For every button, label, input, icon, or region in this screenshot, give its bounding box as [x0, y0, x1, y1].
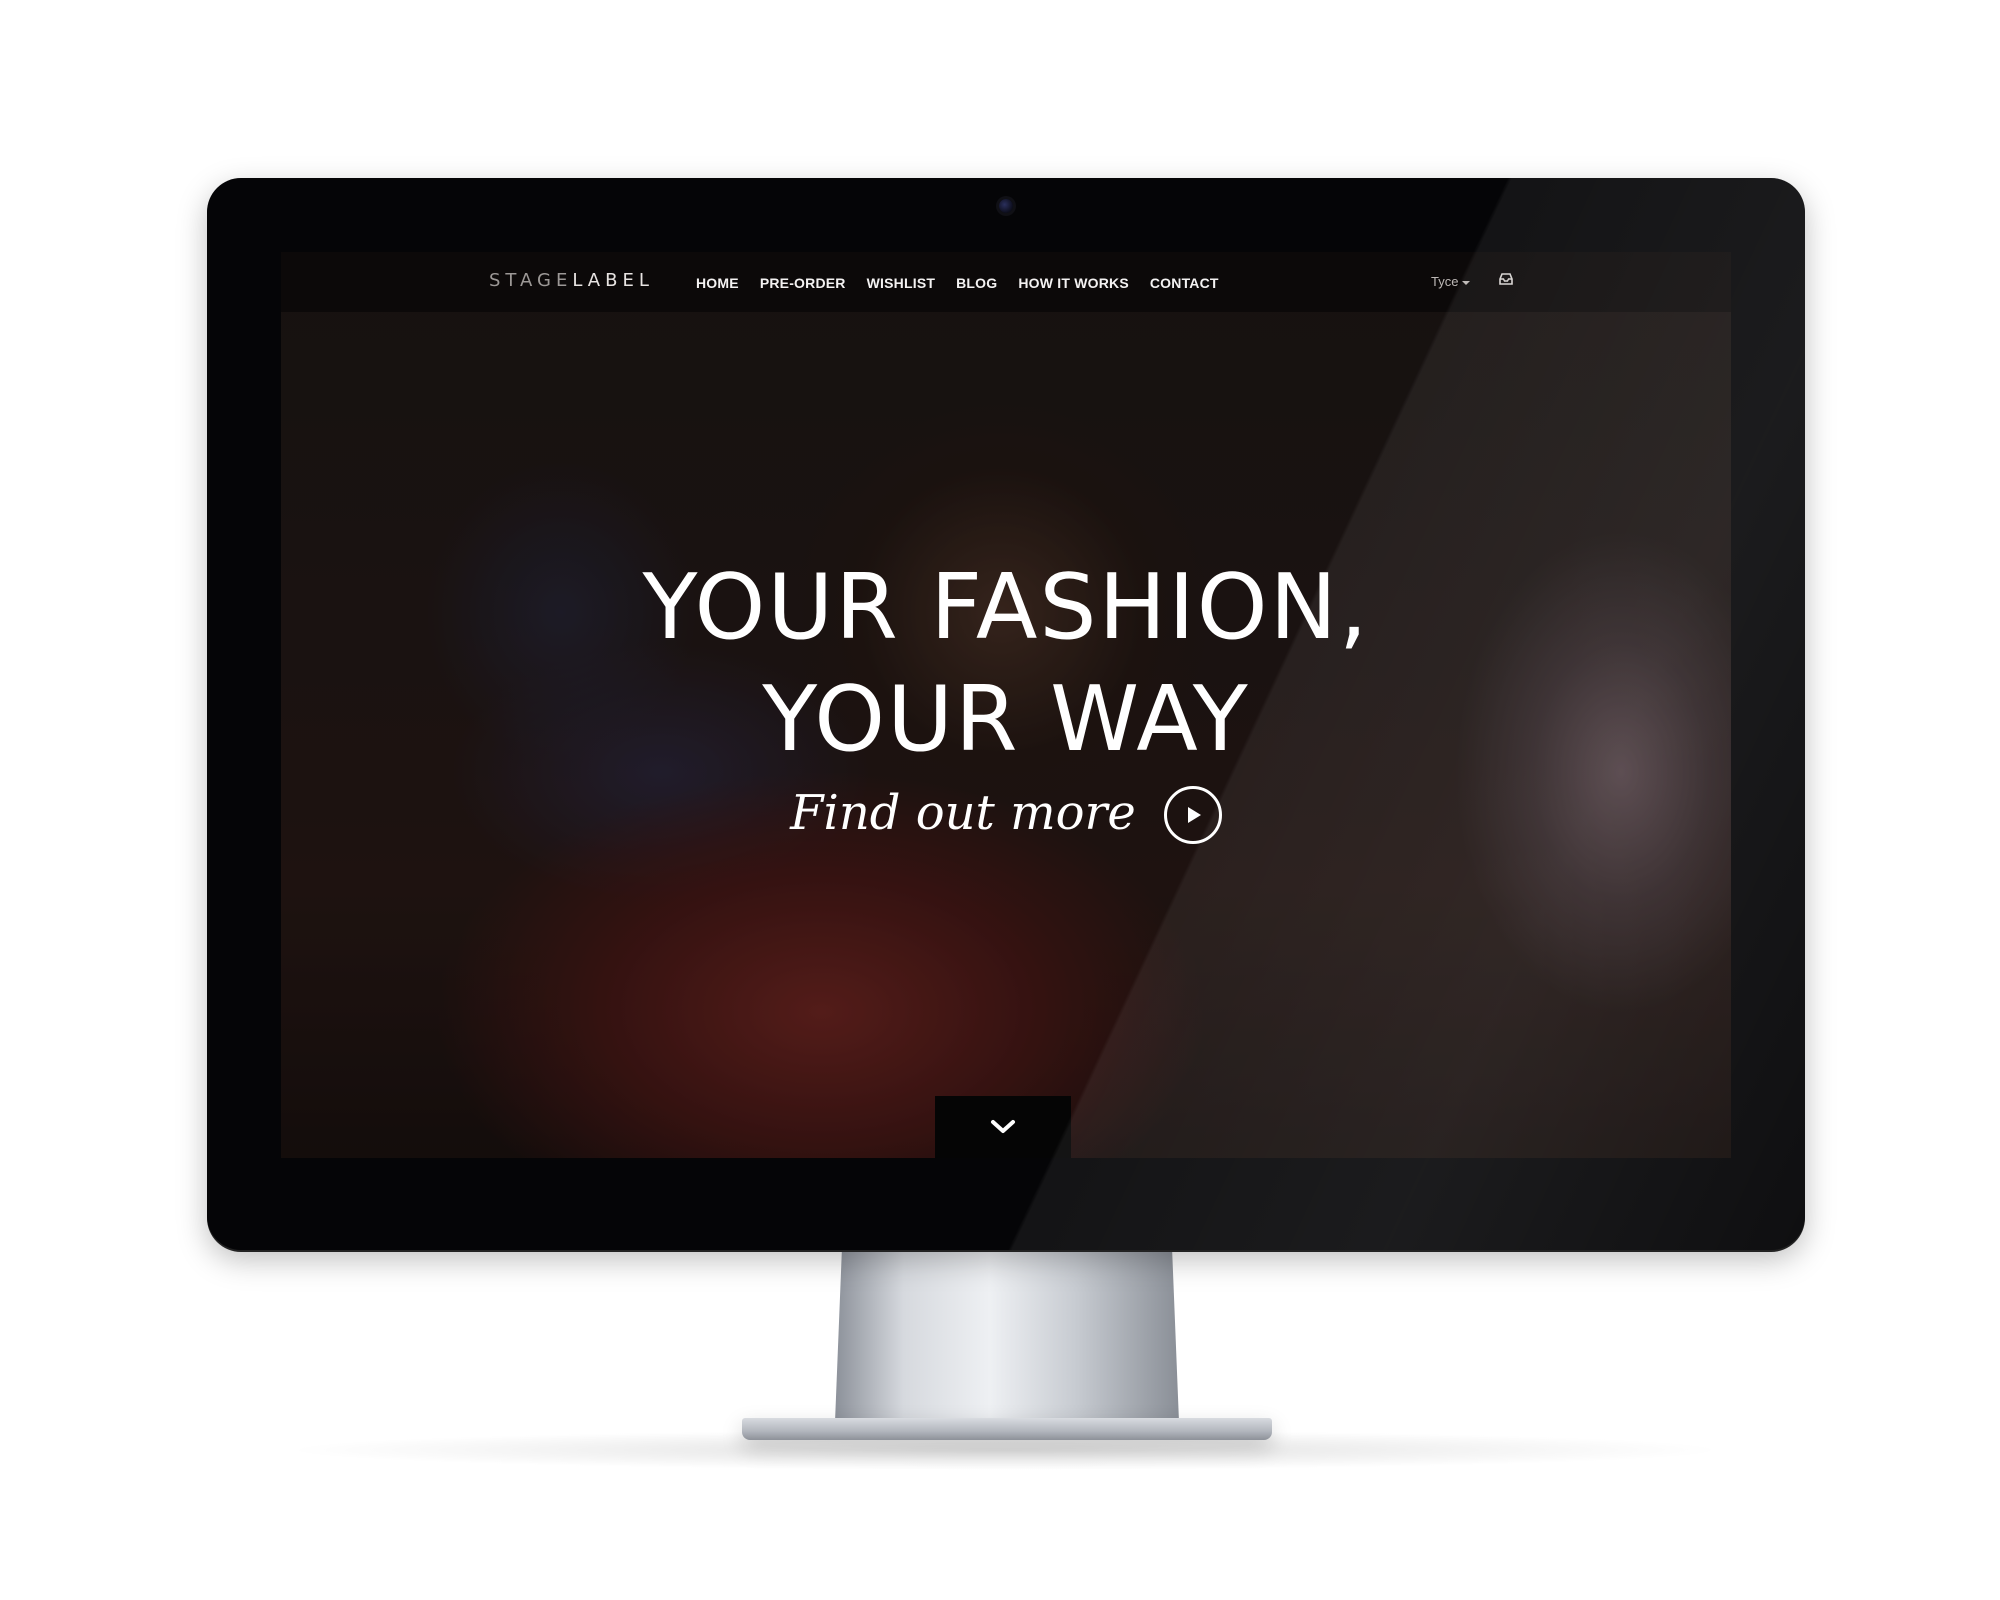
logo-text-stage: STAGE [489, 270, 573, 291]
monitor-mockup: STAGELABEL HOME PRE-ORDER WISHLIST BLOG … [0, 0, 2000, 1600]
hero-headline-line-1: YOUR FASHION, [642, 555, 1370, 660]
website-screen: STAGELABEL HOME PRE-ORDER WISHLIST BLOG … [281, 252, 1731, 1158]
main-nav: HOME PRE-ORDER WISHLIST BLOG HOW IT WORK… [696, 275, 1219, 291]
site-logo[interactable]: STAGELABEL [489, 270, 654, 291]
top-navbar: STAGELABEL HOME PRE-ORDER WISHLIST BLOG … [281, 252, 1731, 312]
nav-link-contact[interactable]: CONTACT [1150, 275, 1219, 291]
inbox-icon[interactable] [1499, 273, 1513, 285]
caret-down-icon [1462, 280, 1471, 285]
nav-link-pre-order[interactable]: PRE-ORDER [760, 275, 846, 291]
hero-headline-line-2: YOUR WAY [762, 667, 1250, 772]
nav-link-wishlist[interactable]: WISHLIST [867, 275, 935, 291]
find-out-more-link[interactable]: Find out more [790, 785, 1136, 841]
nav-link-how-it-works[interactable]: HOW IT WORKS [1018, 275, 1129, 291]
find-out-more-cta: Find out more [281, 782, 1731, 844]
monitor-stand-base [742, 1418, 1272, 1440]
scroll-down-button[interactable] [935, 1096, 1071, 1158]
play-icon[interactable] [1163, 786, 1222, 844]
hero-headline: YOUR FASHION, YOUR WAY [281, 552, 1731, 776]
logo-text-label: LABEL [572, 270, 654, 291]
chevron-down-icon [991, 1120, 1015, 1133]
webcam-icon [999, 199, 1013, 213]
user-name: Tyce [1431, 274, 1459, 289]
nav-link-blog[interactable]: BLOG [956, 275, 997, 291]
monitor-bezel: STAGELABEL HOME PRE-ORDER WISHLIST BLOG … [207, 178, 1805, 1250]
nav-link-home[interactable]: HOME [696, 275, 739, 291]
play-triangle-icon [1187, 807, 1201, 823]
user-menu-dropdown[interactable]: Tyce [1431, 274, 1471, 289]
monitor-stand-neck [835, 1250, 1179, 1422]
